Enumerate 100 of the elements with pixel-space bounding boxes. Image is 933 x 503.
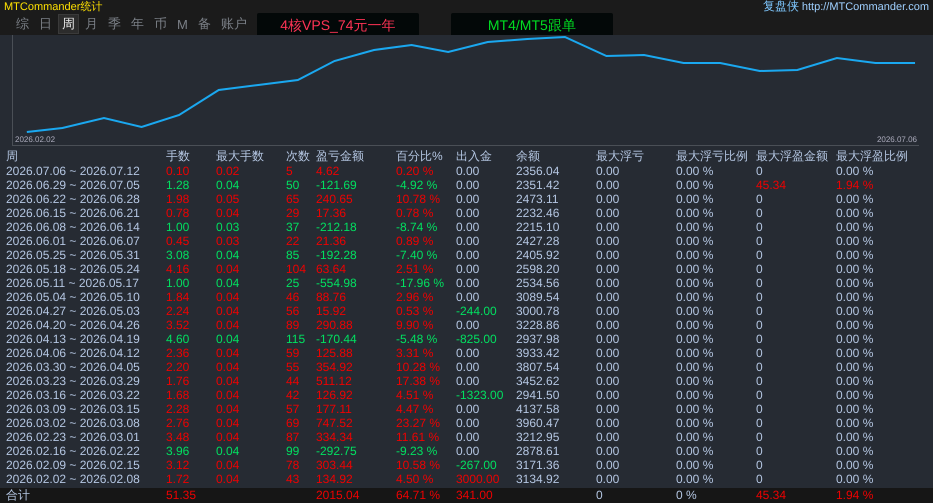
table-cell-text: 2026.03.16 ~ 2026.03.22 [6,388,141,402]
table-cell-text: 1.72 [166,472,190,486]
table-cell-text: 0 [756,374,764,388]
table-cell-text: 0.04 [216,332,240,346]
table-cell-text: 2026.06.08 ~ 2026.06.14 [6,220,141,234]
table-cell-text: 0.78 % [396,206,434,220]
table-cell-text: 0.00 % [836,248,874,262]
period-tab[interactable]: 备 [194,14,215,34]
table-cell-text: 0 [756,388,764,402]
table-cell-text: 2.51 % [396,262,434,276]
table-cell-text: 2941.50 [516,388,560,402]
table-cell-text: 2427.28 [516,234,560,248]
table-cell-text: 4137.58 [516,402,560,416]
table-cell-text: 0.00 [456,444,480,458]
table-cell-text: 0.00 % [676,318,714,332]
table-cell-text: 2026.04.13 ~ 2026.04.19 [6,332,141,346]
table-cell-text: 3452.62 [516,374,560,388]
table-cell-text: 0.00 % [676,458,714,472]
table-cell-text: 0.53 % [396,304,434,318]
table-cell-text: 0.00 [456,206,480,220]
table-cell-text: 1.68 [166,388,190,402]
period-tab[interactable]: 季 [104,14,125,34]
table-cell-text: 0.00 [456,234,480,248]
app-title: MTCommander统计 [4,0,102,14]
period-tab[interactable]: 账户 [216,14,251,34]
table-cell-text: -9.23 % [396,444,438,458]
table-cell-text: 0.04 [216,472,240,486]
table-cell-text: 2598.20 [516,262,560,276]
table-cell-text: 0.02 [216,164,240,178]
table-cell-text: 0.00 [596,220,620,234]
table-cell-text: 1.94 % [836,178,874,192]
table-cell-text: 0.00 [456,318,480,332]
table-cell-text: 87 [286,430,300,444]
table-cell-text: 0.00 [596,332,620,346]
table-cell-text: 0.00 [596,290,620,304]
total-cell-text: 45.34 [756,488,788,503]
table-cell-text: 0.00 [596,206,620,220]
table-cell-text: 2026.03.30 ~ 2026.04.05 [6,360,141,374]
table-cell-text: 3.08 [166,248,190,262]
table-cell-text: 0.04 [216,374,240,388]
table-cell-text: 0.00 % [836,276,874,290]
table-cell-text: 0.00 % [676,276,714,290]
period-tab[interactable]: 周 [58,14,79,34]
table-cell-text: 0.00 % [676,444,714,458]
period-tab[interactable]: 月 [81,14,102,34]
table-cell-text: 0.00 [596,248,620,262]
total-cell-text: 0 [596,488,604,503]
table-cell-text: 2026.03.23 ~ 2026.03.29 [6,374,141,388]
table-cell-text: 5 [286,164,294,178]
table-cell-text: 69 [286,416,300,430]
table-cell-text: 0.00 % [836,346,874,360]
table-cell-text: 0.00 % [836,290,874,304]
table-cell-text: 3171.36 [516,458,560,472]
table-cell-text: 0.00 % [676,346,714,360]
table-cell-text: 23.27 % [396,416,442,430]
table-cell-text: -554.98 [316,276,358,290]
table-cell-text: 0.00 [456,402,480,416]
table-cell-text: 2356.04 [516,164,560,178]
period-tab[interactable]: 日 [35,14,56,34]
table-cell-text: 0 [756,416,764,430]
table-cell-text: 0 [756,472,764,486]
table-cell-text: 0.00 [456,346,480,360]
table-cell-text: 3134.92 [516,472,560,486]
period-tab[interactable]: 币 [150,14,171,34]
table-cell-text: 10.28 % [396,360,442,374]
period-tab[interactable]: M [173,14,192,34]
table-cell-text: 4.47 % [396,402,434,416]
table-cell-text: 0.04 [216,444,240,458]
table-cell-text: 2026.06.29 ~ 2026.07.05 [6,178,141,192]
table-cell-text: 3933.42 [516,346,560,360]
table-cell-text: 0.04 [216,388,240,402]
website-link[interactable]: http://MTCommander.com [802,0,929,12]
table-cell-text: 0 [756,220,764,234]
table-cell-text: 57 [286,402,300,416]
table-cell-text: 2.28 [166,402,190,416]
column-header: 百分比% [396,149,444,164]
table-cell-text: 63.64 [316,262,348,276]
period-tab[interactable]: 综 [12,14,33,34]
table-cell-text: 0.00 [596,192,620,206]
table-cell-text: 0.04 [216,178,240,192]
table-cell-text: 0.04 [216,360,240,374]
table-cell-text: -267.00 [456,458,498,472]
table-cell-text: 15.92 [316,304,348,318]
table-cell-text: 0.00 [596,178,620,192]
table-cell-text: 0 [756,346,764,360]
table-cell-text: 0.00 [596,430,620,444]
table-cell-text: 0.00 % [676,290,714,304]
table-cell-text: 0.00 % [676,234,714,248]
table-cell-text: 0 [756,332,764,346]
table-cell-text: 0.00 [596,276,620,290]
table-cell-text: 0.00 % [836,164,874,178]
table-cell-text: 0.00 [596,304,620,318]
table-cell-text: 0 [756,248,764,262]
period-tab[interactable]: 年 [127,14,148,34]
table-cell-text: 0.00 % [676,360,714,374]
table-cell-text: 0.00 [456,374,480,388]
table-cell-text: -121.69 [316,178,358,192]
table-cell-text: 0 [756,262,764,276]
table-cell-text: 1.28 [166,178,190,192]
table-cell-text: 2026.02.02 ~ 2026.02.08 [6,472,141,486]
